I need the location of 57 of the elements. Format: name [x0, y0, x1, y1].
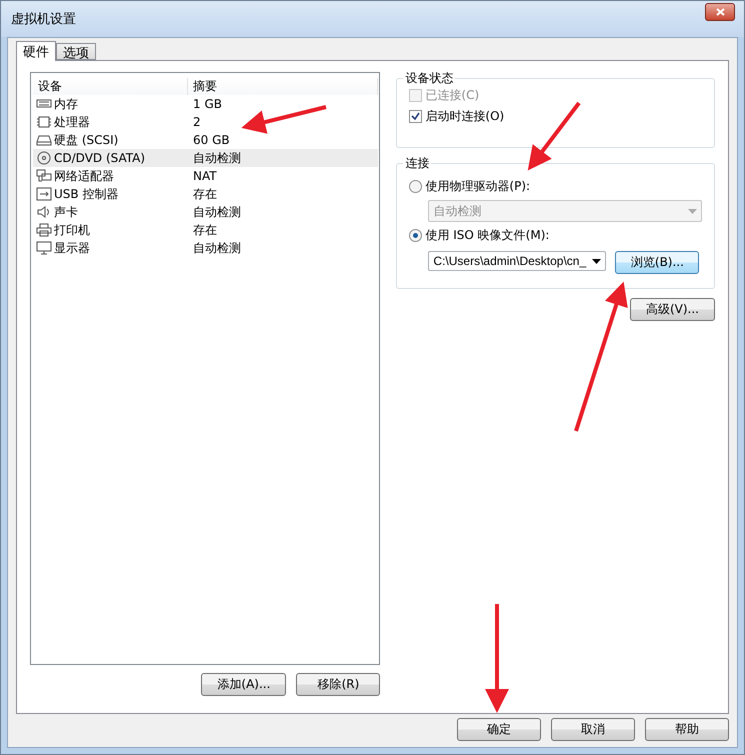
device-row[interactable]: 硬盘 (SCSI) 60 GB: [33, 131, 378, 149]
column-header[interactable]: 摘要: [188, 78, 378, 95]
advanced-button[interactable]: 高级(V)...: [630, 298, 715, 321]
device-name: 硬盘 (SCSI): [54, 132, 118, 148]
device-row[interactable]: USB 控制器 存在: [33, 185, 378, 203]
device-name: CD/DVD (SATA): [54, 151, 146, 165]
device-summary: 2: [192, 115, 202, 129]
device-name: 显示器: [54, 240, 90, 256]
device-summary: NAT: [192, 169, 218, 183]
device-row[interactable]: 打印机 存在: [33, 221, 378, 239]
list-button[interactable]: 移除(R): [296, 673, 380, 696]
list-button[interactable]: 添加(A)...: [201, 673, 286, 696]
chip-icon: [36, 115, 52, 129]
group-title: 连接: [403, 155, 432, 172]
device-summary: 自动检测: [192, 240, 242, 256]
device-summary: 存在: [192, 222, 218, 238]
device-name: 网络适配器: [54, 168, 114, 184]
browse-button[interactable]: 浏览(B)...: [615, 251, 700, 274]
device-summary: 1 GB: [192, 97, 223, 111]
speaker-icon: [36, 205, 52, 219]
device-row[interactable]: 声卡 自动检测: [33, 203, 378, 221]
close-button[interactable]: [705, 3, 735, 21]
device-name: 声卡: [54, 204, 78, 220]
usb-icon: [36, 187, 52, 201]
dialog-button[interactable]: 取消: [551, 718, 635, 741]
dialog-button[interactable]: 帮助: [645, 718, 729, 741]
device-summary: 存在: [192, 186, 218, 202]
dropdown-arrow-icon: [688, 208, 697, 214]
disc-icon: [36, 151, 52, 165]
network-icon: [36, 169, 52, 183]
column-header[interactable]: 设备: [33, 78, 188, 95]
printer-icon: [36, 223, 52, 237]
window-title: 虚拟机设置: [11, 11, 76, 28]
monitor-icon: [36, 241, 52, 255]
checkbox[interactable]: 启动时连接(O): [409, 108, 702, 125]
radio-button[interactable]: 使用 ISO 映像文件(M):: [409, 227, 702, 244]
iso-path-dropdown[interactable]: C:\Users\admin\Desktop\cn_: [428, 251, 606, 271]
device-name: USB 控制器: [54, 186, 118, 202]
device-summary: 自动检测: [192, 150, 242, 166]
checkmark-icon: [411, 112, 420, 121]
device-summary: 自动检测: [192, 204, 242, 220]
close-icon: [716, 8, 724, 16]
tab[interactable]: 硬件: [16, 41, 56, 61]
device-row[interactable]: 处理器 2: [33, 113, 378, 131]
dialog-button[interactable]: 确定: [457, 718, 541, 741]
device-row[interactable]: CD/DVD (SATA) 自动检测: [33, 149, 378, 167]
dropdown-arrow-icon: [592, 258, 602, 264]
device-row[interactable]: 网络适配器 NAT: [33, 167, 378, 185]
device-summary: 60 GB: [192, 133, 231, 147]
device-row[interactable]: 内存 1 GB: [33, 95, 378, 113]
tab[interactable]: 选项: [56, 43, 96, 60]
device-name: 处理器: [54, 114, 90, 130]
device-name: 打印机: [54, 222, 90, 238]
device-row[interactable]: 显示器 自动检测: [33, 239, 378, 257]
group-title: 设备状态: [403, 70, 456, 87]
annotation-arrow: [528, 102, 581, 171]
device-name: 内存: [54, 96, 78, 112]
